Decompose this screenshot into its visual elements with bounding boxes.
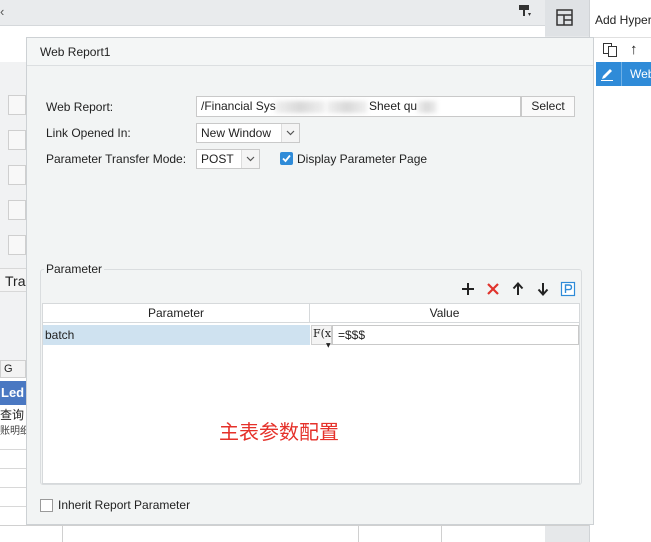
panel-title: Add Hyper xyxy=(595,13,651,27)
edit-pencil-icon[interactable] xyxy=(599,66,615,82)
delete-icon[interactable] xyxy=(485,281,501,297)
column-header-value[interactable]: Value xyxy=(310,304,579,323)
move-down-icon[interactable] xyxy=(535,281,551,297)
link-opened-value: New Window xyxy=(201,126,272,140)
sheet-cell-text[interactable]: 查询 xyxy=(0,406,26,423)
copy-icon[interactable] xyxy=(602,42,618,58)
grid-line xyxy=(358,525,359,542)
grid-line xyxy=(0,449,26,450)
move-up-icon[interactable] xyxy=(510,281,526,297)
web-report-path-tail: Sheet qu xyxy=(369,99,418,113)
web-report-dialog: Web Report1 Web Report: /Financial Sys S… xyxy=(26,37,594,525)
display-parameter-checkbox[interactable] xyxy=(280,152,293,165)
grid-line xyxy=(441,525,442,542)
chevron-down-icon[interactable] xyxy=(281,124,299,142)
caret-down-icon: ▼ xyxy=(326,342,331,349)
link-opened-label: Link Opened In: xyxy=(46,126,131,140)
grid-layout-icon[interactable] xyxy=(556,9,573,26)
grid-line xyxy=(0,506,26,507)
param-p-icon[interactable] xyxy=(560,281,576,297)
item-divider xyxy=(621,62,622,86)
hyperlink-panel: Add Hyper ↑ Web xyxy=(589,0,651,542)
dialog-title: Web Report1 xyxy=(27,38,593,66)
parameter-group-title: Parameter xyxy=(44,262,105,276)
redacted-text xyxy=(327,101,367,113)
grid-line xyxy=(0,468,26,469)
checkmark-icon xyxy=(282,154,291,163)
left-tool-button[interactable] xyxy=(8,235,26,255)
inherit-parameter-checkbox[interactable] xyxy=(40,499,53,512)
formula-button[interactable]: F(x) ▼ xyxy=(311,325,335,349)
display-parameter-label[interactable]: Display Parameter Page xyxy=(297,152,427,166)
grid-line xyxy=(0,525,594,526)
hyperlink-item-label: Web xyxy=(630,67,651,81)
redacted-text xyxy=(275,101,325,113)
format-painter-icon[interactable] xyxy=(518,4,532,18)
left-tool-button[interactable] xyxy=(8,130,26,150)
transfer-mode-select[interactable]: POST xyxy=(196,149,260,169)
background-tab-label[interactable]: Tra xyxy=(0,268,26,292)
redacted-text xyxy=(417,101,437,113)
sheet-cell-text[interactable]: 账明细 xyxy=(0,422,26,437)
select-button[interactable]: Select xyxy=(521,96,575,117)
left-tool-button[interactable] xyxy=(8,95,26,115)
chevron-down-icon[interactable] xyxy=(241,150,259,168)
web-report-label: Web Report: xyxy=(46,100,114,114)
left-tool-button[interactable] xyxy=(8,165,26,185)
arrow-up-icon[interactable]: ↑ xyxy=(630,41,638,58)
grid-line xyxy=(0,487,26,488)
panel-toolbar: ↑ xyxy=(590,37,651,61)
transfer-mode-value: POST xyxy=(201,152,234,166)
app-top-toolbar: ‹ xyxy=(0,0,545,26)
hyperlink-item-web[interactable]: Web xyxy=(596,62,651,86)
web-report-path-text: /Financial Sys xyxy=(201,99,276,113)
column-header-parameter[interactable]: Parameter xyxy=(43,304,310,323)
inherit-parameter-label[interactable]: Inherit Report Parameter xyxy=(58,498,190,512)
column-header-g[interactable]: G xyxy=(0,360,26,378)
parameter-name-cell[interactable]: batch xyxy=(43,325,310,345)
add-icon[interactable] xyxy=(460,281,476,297)
chevron-left-icon[interactable]: ‹ xyxy=(0,4,4,19)
parameter-table: Parameter Value batch F(x) ▼ =$$$ xyxy=(42,303,580,484)
annotation-text: 主表参数配置 xyxy=(219,420,339,444)
right-toolbar xyxy=(545,0,589,36)
parameter-value-input[interactable]: =$$$ xyxy=(332,325,579,345)
web-report-path-input[interactable]: /Financial Sys Sheet qu xyxy=(196,96,521,117)
ledger-cell[interactable]: Led xyxy=(0,381,26,405)
grid-line xyxy=(62,525,63,542)
left-tool-button[interactable] xyxy=(8,200,26,220)
link-opened-select[interactable]: New Window xyxy=(196,123,300,143)
transfer-mode-label: Parameter Transfer Mode: xyxy=(46,152,187,166)
